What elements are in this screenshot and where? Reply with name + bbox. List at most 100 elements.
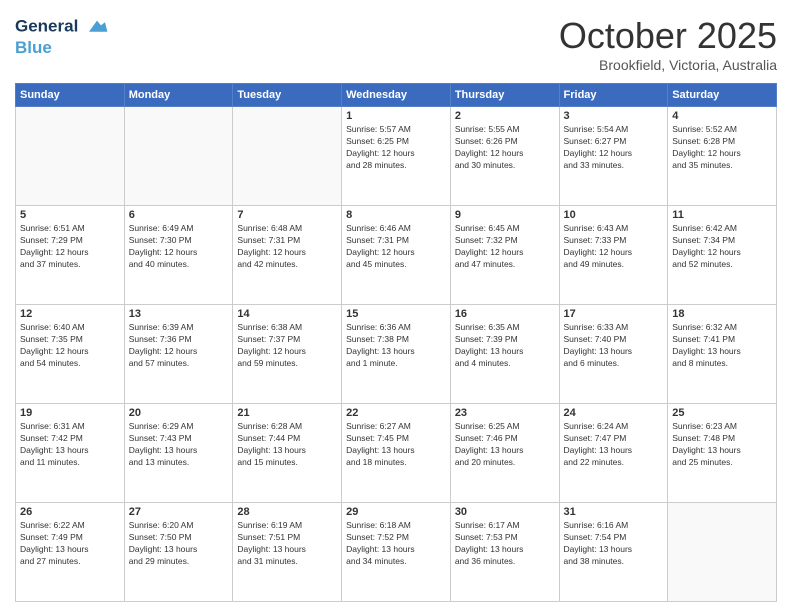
day-info: Sunrise: 6:20 AM Sunset: 7:50 PM Dayligh… bbox=[129, 520, 229, 568]
day-info: Sunrise: 6:48 AM Sunset: 7:31 PM Dayligh… bbox=[237, 223, 337, 271]
day-info: Sunrise: 6:42 AM Sunset: 7:34 PM Dayligh… bbox=[672, 223, 772, 271]
day-number: 20 bbox=[129, 407, 229, 419]
day-number: 30 bbox=[455, 506, 555, 518]
calendar-cell: 24Sunrise: 6:24 AM Sunset: 7:47 PM Dayli… bbox=[559, 404, 668, 503]
day-header-saturday: Saturday bbox=[668, 84, 777, 107]
day-number: 11 bbox=[672, 209, 772, 221]
day-number: 17 bbox=[564, 308, 664, 320]
calendar-cell: 1 Sunrise: 5:57 AM Sunset: 6:25 PM Daylig… bbox=[342, 107, 451, 206]
day-info: Sunrise: 6:28 AM Sunset: 7:44 PM Dayligh… bbox=[237, 421, 337, 469]
day-info: Sunrise: 6:19 AM Sunset: 7:51 PM Dayligh… bbox=[237, 520, 337, 568]
day-number: 27 bbox=[129, 506, 229, 518]
calendar-table: SundayMondayTuesdayWednesdayThursdayFrid… bbox=[15, 83, 777, 602]
day-info: Sunrise: 6:49 AM Sunset: 7:30 PM Dayligh… bbox=[129, 223, 229, 271]
week-row-1: 1 Sunrise: 5:57 AM Sunset: 6:25 PM Daylig… bbox=[16, 107, 777, 206]
day-info: Sunrise: 6:31 AM Sunset: 7:42 PM Dayligh… bbox=[20, 421, 120, 469]
calendar-cell: 17Sunrise: 6:33 AM Sunset: 7:40 PM Dayli… bbox=[559, 305, 668, 404]
day-info: Sunrise: 5:52 AM Sunset: 6:28 PM Dayligh… bbox=[672, 124, 772, 172]
calendar-cell: 5 Sunrise: 6:51 AM Sunset: 7:29 PM Daylig… bbox=[16, 206, 125, 305]
calendar-cell: 22 Sunrise: 6:27 AM Sunset: 7:45 PM Dayli… bbox=[342, 404, 451, 503]
day-number: 28 bbox=[237, 506, 337, 518]
day-number: 16 bbox=[455, 308, 555, 320]
day-number: 15 bbox=[346, 308, 446, 320]
week-row-2: 5 Sunrise: 6:51 AM Sunset: 7:29 PM Daylig… bbox=[16, 206, 777, 305]
logo-general: General bbox=[15, 15, 109, 39]
day-info: Sunrise: 6:35 AM Sunset: 7:39 PM Dayligh… bbox=[455, 322, 555, 370]
calendar-cell: 15 Sunrise: 6:36 AM Sunset: 7:38 PM Dayli… bbox=[342, 305, 451, 404]
calendar-cell: 20 Sunrise: 6:29 AM Sunset: 7:43 PM Dayli… bbox=[124, 404, 233, 503]
week-row-5: 26Sunrise: 6:22 AM Sunset: 7:49 PM Dayli… bbox=[16, 503, 777, 602]
day-number: 7 bbox=[237, 209, 337, 221]
calendar-cell bbox=[233, 107, 342, 206]
calendar-cell: 3Sunrise: 5:54 AM Sunset: 6:27 PM Daylig… bbox=[559, 107, 668, 206]
day-info: Sunrise: 6:25 AM Sunset: 7:46 PM Dayligh… bbox=[455, 421, 555, 469]
day-info: Sunrise: 6:22 AM Sunset: 7:49 PM Dayligh… bbox=[20, 520, 120, 568]
calendar-cell: 13Sunrise: 6:39 AM Sunset: 7:36 PM Dayli… bbox=[124, 305, 233, 404]
calendar-cell: 30 Sunrise: 6:17 AM Sunset: 7:53 PM Dayli… bbox=[450, 503, 559, 602]
day-number: 8 bbox=[346, 209, 446, 221]
calendar-cell: 28 Sunrise: 6:19 AM Sunset: 7:51 PM Dayli… bbox=[233, 503, 342, 602]
day-number: 25 bbox=[672, 407, 772, 419]
calendar-cell: 7 Sunrise: 6:48 AM Sunset: 7:31 PM Daylig… bbox=[233, 206, 342, 305]
day-number: 29 bbox=[346, 506, 446, 518]
day-info: Sunrise: 6:51 AM Sunset: 7:29 PM Dayligh… bbox=[20, 223, 120, 271]
day-info: Sunrise: 5:57 AM Sunset: 6:25 PM Dayligh… bbox=[346, 124, 446, 172]
calendar-cell: 10 Sunrise: 6:43 AM Sunset: 7:33 PM Dayli… bbox=[559, 206, 668, 305]
day-info: Sunrise: 6:17 AM Sunset: 7:53 PM Dayligh… bbox=[455, 520, 555, 568]
day-number: 4 bbox=[672, 110, 772, 122]
day-number: 19 bbox=[20, 407, 120, 419]
day-info: Sunrise: 6:27 AM Sunset: 7:45 PM Dayligh… bbox=[346, 421, 446, 469]
day-info: Sunrise: 6:23 AM Sunset: 7:48 PM Dayligh… bbox=[672, 421, 772, 469]
day-header-wednesday: Wednesday bbox=[342, 84, 451, 107]
calendar-cell: 19 Sunrise: 6:31 AM Sunset: 7:42 PM Dayli… bbox=[16, 404, 125, 503]
calendar-cell bbox=[668, 503, 777, 602]
day-number: 6 bbox=[129, 209, 229, 221]
day-number: 9 bbox=[455, 209, 555, 221]
logo: General Blue bbox=[15, 15, 109, 58]
week-row-4: 19 Sunrise: 6:31 AM Sunset: 7:42 PM Dayli… bbox=[16, 404, 777, 503]
calendar-cell: 21Sunrise: 6:28 AM Sunset: 7:44 PM Dayli… bbox=[233, 404, 342, 503]
day-info: Sunrise: 6:43 AM Sunset: 7:33 PM Dayligh… bbox=[564, 223, 664, 271]
calendar-cell: 4 Sunrise: 5:52 AM Sunset: 6:28 PM Daylig… bbox=[668, 107, 777, 206]
day-info: Sunrise: 6:38 AM Sunset: 7:37 PM Dayligh… bbox=[237, 322, 337, 370]
day-number: 13 bbox=[129, 308, 229, 320]
page: General Blue October 2025 Brookfield, Vi… bbox=[0, 0, 792, 612]
month-title: October 2025 bbox=[559, 15, 777, 57]
title-block: October 2025 Brookfield, Victoria, Austr… bbox=[559, 15, 777, 73]
logo-blue: Blue bbox=[15, 39, 109, 58]
day-number: 5 bbox=[20, 209, 120, 221]
day-header-tuesday: Tuesday bbox=[233, 84, 342, 107]
day-info: Sunrise: 6:46 AM Sunset: 7:31 PM Dayligh… bbox=[346, 223, 446, 271]
logo-bird-icon bbox=[85, 15, 109, 39]
day-info: Sunrise: 6:32 AM Sunset: 7:41 PM Dayligh… bbox=[672, 322, 772, 370]
day-info: Sunrise: 6:18 AM Sunset: 7:52 PM Dayligh… bbox=[346, 520, 446, 568]
day-info: Sunrise: 6:16 AM Sunset: 7:54 PM Dayligh… bbox=[564, 520, 664, 568]
calendar-cell: 9Sunrise: 6:45 AM Sunset: 7:32 PM Daylig… bbox=[450, 206, 559, 305]
day-header-thursday: Thursday bbox=[450, 84, 559, 107]
calendar-cell: 26Sunrise: 6:22 AM Sunset: 7:49 PM Dayli… bbox=[16, 503, 125, 602]
location: Brookfield, Victoria, Australia bbox=[559, 57, 777, 73]
day-number: 18 bbox=[672, 308, 772, 320]
day-info: Sunrise: 5:54 AM Sunset: 6:27 PM Dayligh… bbox=[564, 124, 664, 172]
day-header-friday: Friday bbox=[559, 84, 668, 107]
calendar-cell: 31Sunrise: 6:16 AM Sunset: 7:54 PM Dayli… bbox=[559, 503, 668, 602]
day-info: Sunrise: 6:36 AM Sunset: 7:38 PM Dayligh… bbox=[346, 322, 446, 370]
day-number: 2 bbox=[455, 110, 555, 122]
calendar-cell: 2 Sunrise: 5:55 AM Sunset: 6:26 PM Daylig… bbox=[450, 107, 559, 206]
calendar-cell bbox=[124, 107, 233, 206]
day-number: 22 bbox=[346, 407, 446, 419]
calendar-cell: 23Sunrise: 6:25 AM Sunset: 7:46 PM Dayli… bbox=[450, 404, 559, 503]
calendar-cell: 18 Sunrise: 6:32 AM Sunset: 7:41 PM Dayli… bbox=[668, 305, 777, 404]
calendar-cell: 16 Sunrise: 6:35 AM Sunset: 7:39 PM Dayli… bbox=[450, 305, 559, 404]
day-header-sunday: Sunday bbox=[16, 84, 125, 107]
calendar-cell: 6 Sunrise: 6:49 AM Sunset: 7:30 PM Daylig… bbox=[124, 206, 233, 305]
day-number: 1 bbox=[346, 110, 446, 122]
header: General Blue October 2025 Brookfield, Vi… bbox=[15, 15, 777, 73]
day-number: 10 bbox=[564, 209, 664, 221]
day-header-monday: Monday bbox=[124, 84, 233, 107]
day-number: 12 bbox=[20, 308, 120, 320]
day-info: Sunrise: 6:29 AM Sunset: 7:43 PM Dayligh… bbox=[129, 421, 229, 469]
day-info: Sunrise: 5:55 AM Sunset: 6:26 PM Dayligh… bbox=[455, 124, 555, 172]
calendar-header-row: SundayMondayTuesdayWednesdayThursdayFrid… bbox=[16, 84, 777, 107]
calendar-cell: 12Sunrise: 6:40 AM Sunset: 7:35 PM Dayli… bbox=[16, 305, 125, 404]
